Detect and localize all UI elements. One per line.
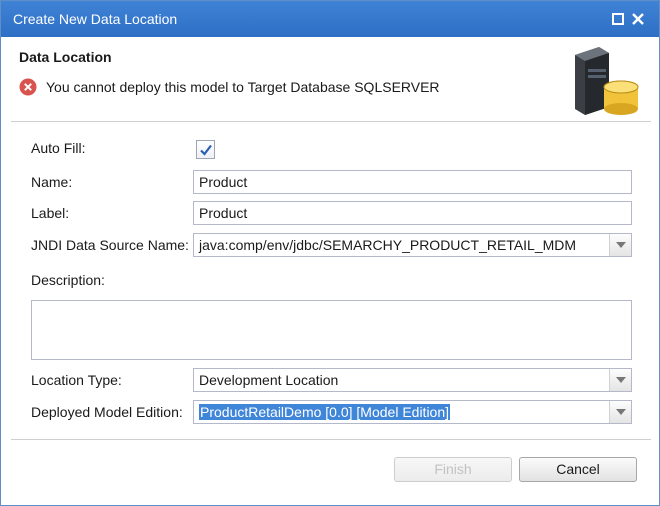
error-icon: [19, 78, 37, 96]
cancel-button[interactable]: Cancel: [519, 457, 637, 482]
chevron-down-icon: [616, 242, 626, 248]
error-message: You cannot deploy this model to Target D…: [46, 79, 440, 95]
description-textarea[interactable]: [31, 300, 632, 360]
jndi-combo[interactable]: java:comp/env/jdbc/SEMARCHY_PRODUCT_RETA…: [193, 233, 632, 257]
location-type-value: Development Location: [199, 372, 339, 388]
header-divider: [11, 121, 651, 122]
auto-fill-label: Auto Fill:: [31, 140, 86, 156]
maximize-icon[interactable]: [611, 12, 625, 26]
name-label: Name:: [31, 174, 73, 190]
location-type-dropdown-trigger[interactable]: [609, 369, 631, 391]
titlebar[interactable]: Create New Data Location: [1, 1, 659, 37]
window-title: Create New Data Location: [13, 11, 178, 27]
label-input[interactable]: Product: [193, 201, 632, 225]
description-label: Description:: [31, 272, 105, 288]
auto-fill-checkbox[interactable]: [196, 140, 215, 159]
location-type-combo[interactable]: Development Location: [193, 368, 632, 392]
deployed-model-edition-dropdown-trigger[interactable]: [609, 401, 631, 423]
footer-divider: [11, 439, 651, 440]
deployed-model-edition-value: ProductRetailDemo [0.0] [Model Edition]: [199, 404, 451, 420]
label-label: Label:: [31, 205, 70, 221]
chevron-down-icon: [616, 377, 626, 383]
finish-button[interactable]: Finish: [394, 457, 512, 482]
deployed-model-edition-combo[interactable]: ProductRetailDemo [0.0] [Model Edition]: [193, 400, 632, 424]
header-area: Data Location You cannot deploy this mod…: [1, 37, 659, 121]
name-input[interactable]: Product: [193, 170, 632, 194]
location-type-label: Location Type:: [31, 372, 122, 388]
deployed-model-edition-label: Deployed Model Edition:: [31, 404, 183, 420]
chevron-down-icon: [616, 409, 626, 415]
jndi-dropdown-trigger[interactable]: [609, 234, 631, 256]
create-data-location-dialog: Create New Data Location Data Location Y…: [0, 0, 660, 506]
database-server-icon: [569, 43, 645, 119]
checkmark-icon: [200, 144, 212, 156]
close-icon[interactable]: [631, 12, 645, 26]
section-title: Data Location: [19, 49, 112, 65]
jndi-value: java:comp/env/jdbc/SEMARCHY_PRODUCT_RETA…: [199, 237, 577, 253]
jndi-label: JNDI Data Source Name:: [31, 237, 189, 253]
